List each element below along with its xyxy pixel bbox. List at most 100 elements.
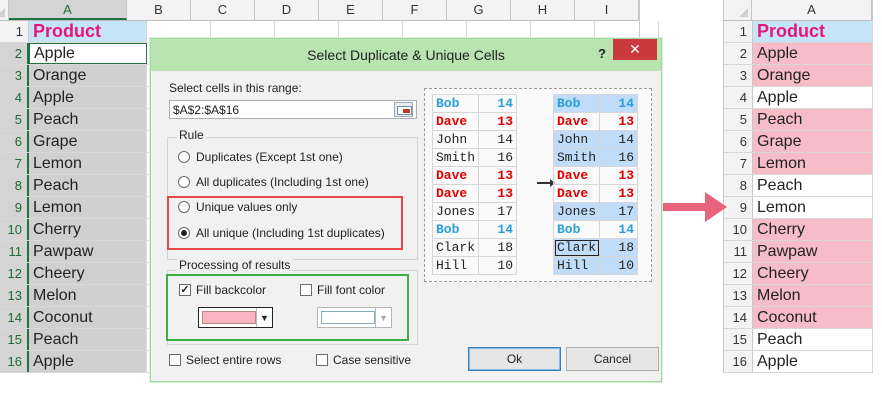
right-select-all-corner[interactable] (724, 0, 752, 20)
preview-before-value: 13 (478, 166, 518, 185)
right-sheet-row-number[interactable]: 7 (724, 153, 753, 174)
right-column-header-a[interactable]: A (752, 0, 872, 20)
left-sheet-row-number[interactable]: 7 (0, 153, 29, 174)
right-sheet-cell[interactable]: Orange (753, 65, 873, 86)
preview-before-row: John 14 (431, 130, 518, 149)
right-sheet-row-number[interactable]: 16 (724, 351, 753, 372)
left-sheet-cell[interactable]: Grape (29, 131, 147, 152)
font-color-dropdown[interactable]: ▼ (317, 307, 392, 328)
left-sheet-cell[interactable]: Orange (29, 65, 147, 86)
right-sheet-row-number[interactable]: 6 (724, 131, 753, 152)
ok-button[interactable]: Ok (468, 347, 561, 371)
right-sheet-cell[interactable]: Peach (753, 175, 873, 196)
close-button[interactable]: ✕ (613, 39, 657, 60)
right-sheet-cell[interactable]: Apple (753, 87, 873, 108)
range-input[interactable]: $A$2:$A$16 (169, 100, 417, 119)
right-sheet-row-number[interactable]: 13 (724, 285, 753, 306)
left-sheet-cell[interactable]: Melon (29, 285, 147, 306)
right-sheet-cell[interactable]: Peach (753, 109, 873, 130)
preview-after-value: 14 (599, 94, 639, 113)
left-sheet-cell[interactable]: Peach (29, 329, 147, 350)
left-sheet-row-number[interactable]: 5 (0, 109, 29, 130)
right-sheet-row-number[interactable]: 4 (724, 87, 753, 108)
right-sheet-row-number[interactable]: 5 (724, 109, 753, 130)
right-sheet-row: 11 Pawpaw (724, 241, 873, 263)
select-entire-rows-label: Select entire rows (186, 353, 282, 367)
rule-label-1: All duplicates (Including 1st one) (196, 175, 369, 189)
left-sheet-cell[interactable]: Cheery (29, 263, 147, 284)
help-button[interactable]: ? (598, 46, 606, 61)
left-sheet-cell[interactable]: Apple (29, 351, 147, 372)
left-sheet-row-number[interactable]: 3 (0, 65, 29, 86)
left-sheet-cell[interactable]: Apple (29, 43, 147, 64)
column-header-i[interactable]: I (575, 0, 639, 20)
left-sheet-row-number[interactable]: 6 (0, 131, 29, 152)
right-sheet-cell[interactable]: Lemon (753, 153, 873, 174)
right-sheet-cell[interactable]: Peach (753, 329, 873, 350)
right-sheet-cell[interactable]: Coconut (753, 307, 873, 328)
left-sheet-row-number[interactable]: 1 (0, 21, 29, 42)
right-sheet-row: 2 Apple (724, 43, 873, 65)
right-sheet-row-number[interactable]: 3 (724, 65, 753, 86)
rule-radio-duplicates-except-first[interactable]: Duplicates (Except 1st one) (178, 150, 343, 164)
column-header-e[interactable]: E (319, 0, 383, 20)
left-sheet-cell[interactable]: Lemon (29, 197, 147, 218)
right-sheet-header-cell[interactable]: Product (753, 21, 873, 42)
rule-radio-all-duplicates[interactable]: All duplicates (Including 1st one) (178, 175, 369, 189)
preview-after-row: Dave 13 (552, 112, 639, 131)
range-picker-icon[interactable] (394, 102, 413, 117)
right-sheet-row-number[interactable]: 12 (724, 263, 753, 284)
left-sheet-row-number[interactable]: 10 (0, 219, 29, 240)
left-sheet-row-number[interactable]: 12 (0, 263, 29, 284)
left-sheet-row-number[interactable]: 14 (0, 307, 29, 328)
backcolor-dropdown[interactable]: ▼ (198, 307, 273, 328)
font-color-chevron-down-icon: ▼ (375, 308, 391, 327)
column-header-d[interactable]: D (255, 0, 319, 20)
left-sheet-cell[interactable]: Cherry (29, 219, 147, 240)
left-sheet-row-number[interactable]: 11 (0, 241, 29, 262)
right-sheet-cell[interactable]: Melon (753, 285, 873, 306)
left-sheet-row-number[interactable]: 4 (0, 87, 29, 108)
column-header-c[interactable]: C (191, 0, 255, 20)
select-all-corner[interactable] (0, 0, 9, 20)
right-sheet-cell[interactable]: Grape (753, 131, 873, 152)
left-sheet-cell[interactable]: Pawpaw (29, 241, 147, 262)
column-header-g[interactable]: G (447, 0, 511, 20)
left-sheet-cell[interactable]: Peach (29, 109, 147, 130)
right-sheet-cell[interactable]: Apple (753, 351, 873, 372)
fill-font-color-checkbox[interactable]: Fill font color (300, 283, 385, 297)
right-sheet-row-number[interactable]: 11 (724, 241, 753, 262)
right-sheet-cell[interactable]: Cheery (753, 263, 873, 284)
left-sheet-row-number[interactable]: 15 (0, 329, 29, 350)
right-sheet-row-number[interactable]: 14 (724, 307, 753, 328)
left-sheet-row-number[interactable]: 13 (0, 285, 29, 306)
right-sheet-cell[interactable]: Lemon (753, 197, 873, 218)
preview-before-row: Bob 14 (431, 220, 518, 239)
left-sheet-row-number[interactable]: 16 (0, 351, 29, 372)
left-sheet-row-number[interactable]: 9 (0, 197, 29, 218)
right-sheet-cell[interactable]: Cherry (753, 219, 873, 240)
right-sheet-cell[interactable]: Apple (753, 43, 873, 64)
right-sheet-cell[interactable]: Pawpaw (753, 241, 873, 262)
column-header-b[interactable]: B (127, 0, 191, 20)
cancel-button[interactable]: Cancel (566, 347, 659, 371)
left-sheet-header-cell[interactable]: Product (29, 21, 147, 42)
left-sheet-cell[interactable]: Coconut (29, 307, 147, 328)
preview-after-name: John (552, 130, 601, 149)
right-sheet-row: 15 Peach (724, 329, 873, 351)
left-sheet-cell[interactable]: Apple (29, 87, 147, 108)
left-sheet-row-number[interactable]: 2 (0, 43, 29, 64)
left-sheet-cell[interactable]: Lemon (29, 153, 147, 174)
left-sheet-row-number[interactable]: 8 (0, 175, 29, 196)
column-header-h[interactable]: H (511, 0, 575, 20)
radio-circle-1 (178, 176, 190, 188)
right-sheet-row-number[interactable]: 1 (724, 21, 753, 42)
case-sensitive-checkbox[interactable]: Case sensitive (316, 353, 411, 367)
column-header-a[interactable]: A (9, 0, 127, 20)
left-sheet-cell[interactable]: Peach (29, 175, 147, 196)
fill-backcolor-checkbox[interactable]: ✓ Fill backcolor (179, 283, 266, 297)
column-header-f[interactable]: F (383, 0, 447, 20)
right-sheet-row-number[interactable]: 2 (724, 43, 753, 64)
select-entire-rows-checkbox[interactable]: Select entire rows (169, 353, 281, 367)
right-sheet-row-number[interactable]: 15 (724, 329, 753, 350)
